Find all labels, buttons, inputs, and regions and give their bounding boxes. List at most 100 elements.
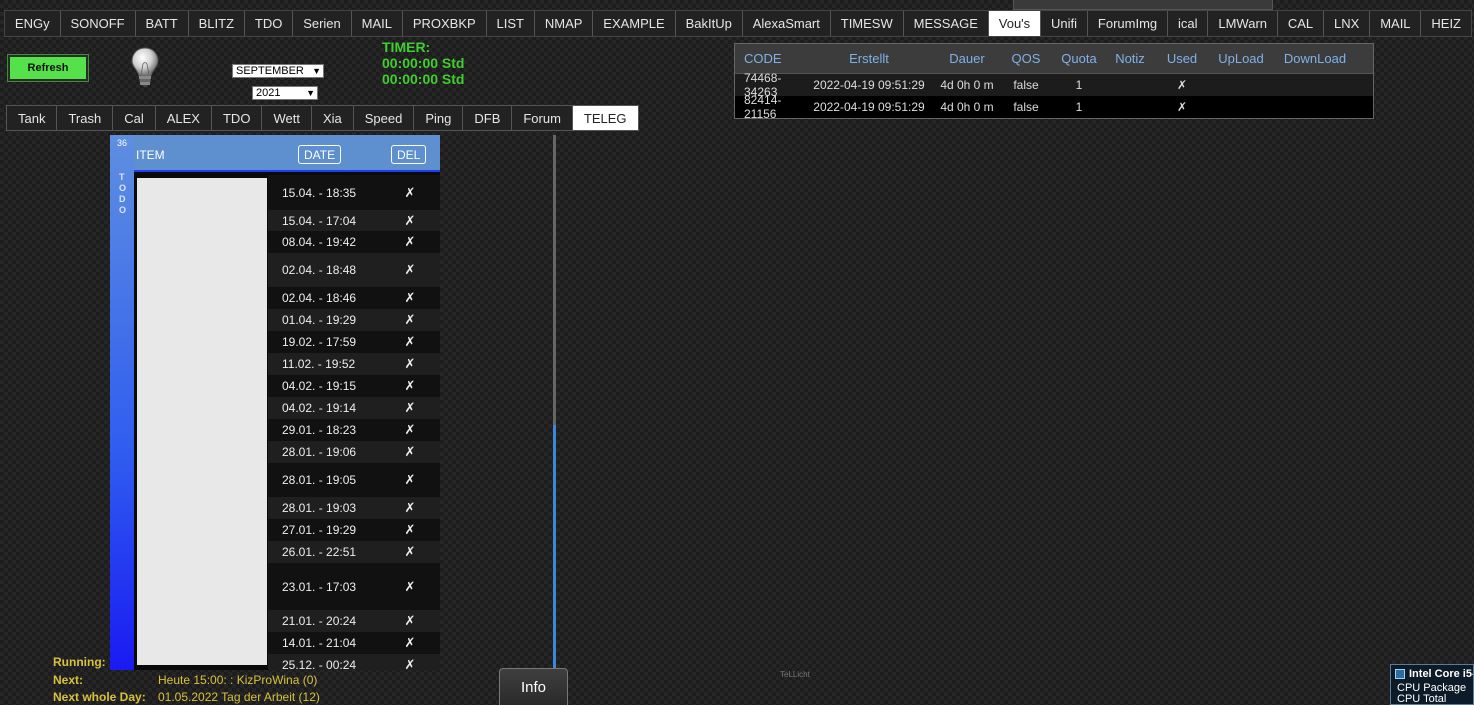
nav-tab-vou-s[interactable]: Vou's [988, 11, 1042, 36]
voucher-col-download[interactable]: DownLoad [1272, 51, 1358, 66]
subnav-tab-dfb[interactable]: DFB [463, 106, 513, 130]
subnav-tab-alex[interactable]: ALEX [156, 106, 212, 130]
nav-tab-serien[interactable]: Serien [293, 11, 352, 36]
todo-date: 21.01. - 20:24 [282, 614, 357, 628]
month-select[interactable]: SEPTEMBER ▼ [232, 64, 324, 78]
nav-tab-heiz[interactable]: HEIZ [1421, 11, 1470, 36]
voucher-cell-dauer: 4d 0h 0 m [940, 100, 994, 114]
nav-tab-mail[interactable]: MAIL [1370, 11, 1422, 36]
voucher-col-code[interactable]: CODE [735, 51, 804, 66]
nav-tab-batt[interactable]: BATT [136, 11, 189, 36]
delete-icon[interactable]: ✗ [390, 334, 430, 350]
nav-tab-ical[interactable]: ical [1168, 11, 1209, 36]
subnav-tab-tdo[interactable]: TDO [212, 106, 263, 130]
delete-icon[interactable]: ✗ [390, 657, 430, 670]
refresh-button[interactable]: Refresh [7, 54, 89, 82]
delete-icon[interactable]: ✗ [390, 579, 430, 595]
delete-icon[interactable]: ✗ [390, 400, 430, 416]
delete-icon[interactable]: ✗ [390, 500, 430, 516]
delete-icon[interactable]: ✗ [390, 522, 430, 538]
lightbulb-icon[interactable] [130, 46, 160, 88]
delete-icon[interactable]: ✗ [390, 185, 430, 201]
todo-row: 04.02. - 19:14 ✗ [268, 397, 440, 419]
delete-icon[interactable]: ✗ [390, 290, 430, 306]
todo-side-bar: 36 TODO [110, 135, 134, 670]
delete-icon[interactable]: ✗ [390, 234, 430, 250]
voucher-col-used[interactable]: Used [1154, 51, 1210, 66]
delete-icon[interactable]: ✗ [390, 356, 430, 372]
todo-date: 29.01. - 18:23 [282, 423, 357, 437]
todo-date: 25.12. - 00:24 [282, 658, 357, 670]
voucher-col-quota[interactable]: Quota [1052, 51, 1106, 66]
todo-items-area[interactable] [137, 178, 267, 665]
nav-tab-lnx[interactable]: LNX [1324, 11, 1371, 36]
item-column-header: ITEM [136, 148, 165, 162]
voucher-cell-dauer: 4d 0h 0 m [940, 78, 994, 92]
voucher-table: CODE Erstellt Dauer QOS Quota Notiz Used UpLoad… [734, 43, 1374, 121]
nav-tab-bakitup[interactable]: BakItUp [676, 11, 743, 36]
scrollbar[interactable] [553, 135, 556, 670]
nav-tab-alexasmart[interactable]: AlexaSmart [743, 11, 831, 36]
todo-row: 26.01. - 22:51 ✗ [268, 541, 440, 563]
todo-date: 26.01. - 22:51 [282, 545, 357, 559]
voucher-col-dauer[interactable]: Dauer [934, 51, 1000, 66]
info-button[interactable]: Info [499, 668, 568, 705]
scrollbar-thumb[interactable] [553, 425, 556, 670]
delete-icon[interactable]: ✗ [390, 422, 430, 438]
nav-tab-proxbkp[interactable]: PROXBKP [403, 11, 487, 36]
nav-tab-timesw[interactable]: TIMESW [831, 11, 904, 36]
nav-tab-cal[interactable]: CAL [1278, 11, 1325, 36]
delete-icon[interactable]: ✗ [390, 378, 430, 394]
delete-all-button[interactable]: DEL [391, 145, 427, 164]
subnav-tab-speed[interactable]: Speed [354, 106, 415, 130]
subnav-tab-cal[interactable]: Cal [113, 106, 156, 130]
subnav-tab-wett[interactable]: Wett [262, 106, 312, 130]
delete-icon[interactable]: ✗ [390, 613, 430, 629]
chip-icon [1395, 669, 1405, 679]
voucher-row: 74468-34263 2022-04-19 09:51:29 4d 0h 0 mf… [735, 71, 1373, 99]
subnav-tab-xia[interactable]: Xia [312, 106, 354, 130]
nav-tab-mail[interactable]: MAIL [352, 11, 403, 36]
delete-icon[interactable]: ✗ [390, 472, 430, 488]
nav-tab-example[interactable]: EXAMPLE [593, 11, 676, 36]
voucher-col-qos[interactable]: QOS [1000, 51, 1052, 66]
nav-tab-unifi[interactable]: Unifi [1041, 11, 1088, 36]
todo-row: 23.01. - 17:03 ✗ [268, 563, 440, 610]
nav-tab-nmap[interactable]: NMAP [535, 11, 594, 36]
voucher-col-erstellt[interactable]: Erstellt [804, 51, 934, 66]
nav-tab-sonoff[interactable]: SONOFF [61, 11, 136, 36]
year-select[interactable]: 2021 ▼ [252, 86, 318, 100]
delete-icon[interactable]: ✗ [390, 635, 430, 651]
todo-date: 28.01. - 19:03 [282, 501, 357, 515]
todo-row: 14.01. - 21:04 ✗ [268, 632, 440, 654]
voucher-col-notiz[interactable]: Notiz [1106, 51, 1154, 66]
subnav-tab-tank[interactable]: Tank [7, 106, 58, 130]
subnav-tab-ping[interactable]: Ping [414, 106, 464, 130]
voucher-table-header: CODE Erstellt Dauer QOS Quota Notiz Used UpLoad… [735, 44, 1373, 74]
todo-row: 04.02. - 19:15 ✗ [268, 375, 440, 397]
delete-icon[interactable]: ✗ [390, 312, 430, 328]
todo-date: 28.01. - 19:06 [282, 445, 357, 459]
delete-icon[interactable]: ✗ [390, 262, 430, 278]
main-nav: ENGy SONOFF BATT BLITZ TDO Serien MAIL PROXBKP L… [4, 10, 1472, 37]
delete-icon[interactable]: ✗ [390, 544, 430, 560]
timer-value-1: 00:00:00 Std [382, 55, 465, 71]
voucher-cell-used[interactable]: ✗ [1154, 100, 1210, 114]
nav-tab-list[interactable]: LIST [487, 11, 535, 36]
nav-tab-tdo[interactable]: TDO [245, 11, 294, 36]
delete-icon[interactable]: ✗ [390, 213, 430, 229]
nav-tab-engy[interactable]: ENGy [5, 11, 61, 36]
nav-tab-forumimg[interactable]: ForumImg [1088, 11, 1169, 36]
nav-tab-blitz[interactable]: BLITZ [189, 11, 245, 36]
voucher-col-upload[interactable]: UpLoad [1210, 51, 1272, 66]
voucher-cell-used[interactable]: ✗ [1154, 78, 1210, 92]
subnav-tab-forum[interactable]: Forum [512, 106, 573, 130]
voucher-cell-quota: 1 [1075, 100, 1083, 114]
voucher-cell-erstellt: 2022-04-19 09:51:29 [813, 78, 925, 92]
date-sort-button[interactable]: DATE [298, 145, 342, 164]
delete-icon[interactable]: ✗ [390, 444, 430, 460]
subnav-tab-trash[interactable]: Trash [57, 106, 114, 130]
subnav-tab-teleg[interactable]: TELEG [572, 106, 638, 130]
nav-tab-lmwarn[interactable]: LMWarn [1208, 11, 1278, 36]
nav-tab-message[interactable]: MESSAGE [904, 11, 989, 36]
